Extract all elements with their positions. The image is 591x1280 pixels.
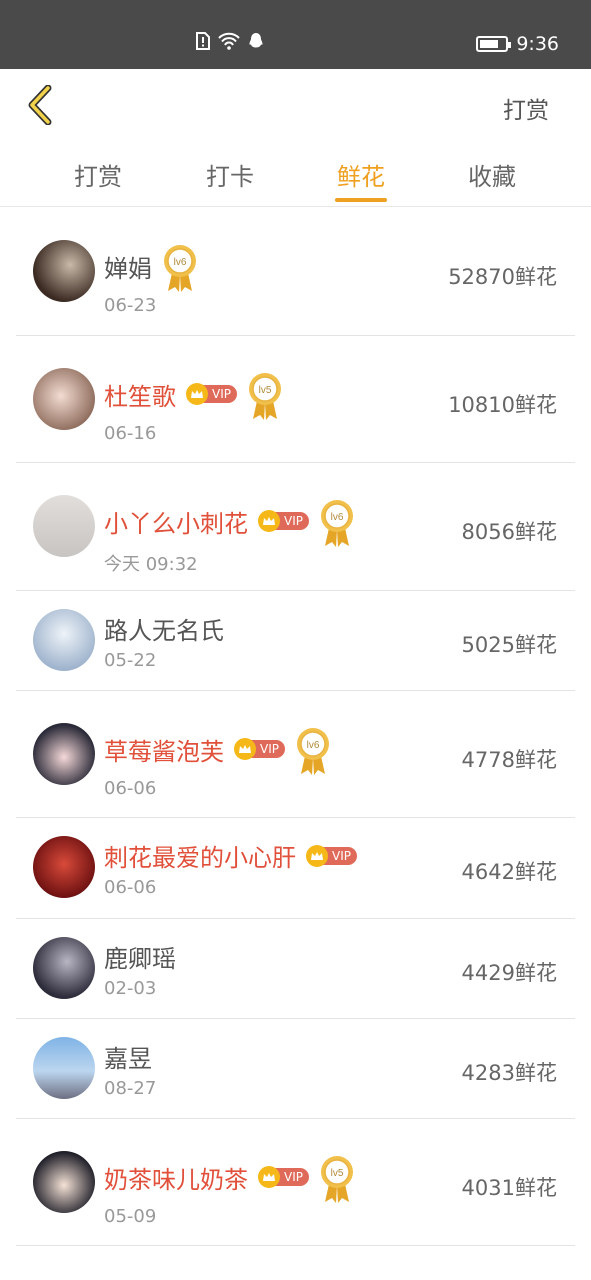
flower-count: 8056鲜花 — [461, 520, 557, 544]
user-name-text: 小丫么小刺花 — [104, 509, 248, 538]
flower-count: 10810鲜花 — [448, 393, 557, 417]
wifi-icon — [218, 32, 240, 50]
svg-text:lv6: lv6 — [174, 257, 187, 268]
user-name[interactable]: 草莓酱泡芙 VIP lv6 — [104, 724, 331, 775]
flower-count: 5025鲜花 — [461, 633, 557, 657]
user-name-text: 草莓酱泡芙 — [104, 737, 224, 766]
user-name[interactable]: 嘉昱 — [104, 1039, 152, 1074]
avatar[interactable] — [33, 368, 95, 430]
level-medal-icon: lv5 — [248, 373, 281, 420]
vip-badge: VIP — [258, 1166, 309, 1188]
svg-text:lv5: lv5 — [331, 1168, 344, 1179]
reward-date: 今天 09:32 — [104, 554, 198, 575]
status-time: 9:36 — [516, 33, 559, 55]
list-item[interactable]: 小丫么小刺花 VIP lv6 今天 09:32 8056鲜花 — [16, 463, 575, 591]
back-chevron-icon[interactable] — [24, 85, 56, 125]
avatar[interactable] — [33, 240, 95, 302]
user-name-text: 奶茶味儿奶茶 — [104, 1165, 248, 1194]
level-medal-icon: lv5 — [320, 1156, 353, 1203]
avatar[interactable] — [33, 1151, 95, 1213]
user-name-text: 鹿卿瑶 — [104, 945, 176, 973]
qq-icon — [249, 33, 263, 48]
status-bar: 9:36 — [0, 0, 591, 69]
reward-date: 02-03 — [104, 978, 157, 999]
battery-icon — [476, 36, 512, 52]
svg-text:lv5: lv5 — [259, 385, 272, 396]
flower-count: 4031鲜花 — [461, 1176, 557, 1200]
reward-date: 05-09 — [104, 1206, 157, 1227]
reward-date: 06-23 — [104, 295, 157, 316]
sim-alert-icon — [196, 32, 210, 50]
user-name[interactable]: 路人无名氏 — [104, 611, 224, 646]
user-name-text: 婵娟 — [104, 254, 152, 283]
avatar[interactable] — [33, 495, 95, 557]
vip-badge: VIP — [234, 738, 285, 760]
tab-checkin[interactable]: 打卡 — [180, 157, 280, 192]
svg-text:lv6: lv6 — [331, 512, 344, 523]
list-item[interactable]: 鹿卿瑶 02-03 4429鲜花 — [16, 919, 575, 1019]
user-name[interactable]: 婵娟 lv6 — [104, 241, 198, 292]
user-name-text: 杜笙歌 — [104, 382, 176, 411]
reward-date: 06-06 — [104, 877, 157, 898]
flower-count: 4642鲜花 — [461, 860, 557, 884]
tab-favorites[interactable]: 收藏 — [442, 157, 542, 192]
tab-flowers[interactable]: 鲜花 — [311, 157, 411, 192]
crown-icon — [258, 510, 280, 532]
avatar[interactable] — [33, 609, 95, 671]
reward-date: 06-06 — [104, 778, 157, 799]
crown-icon — [306, 844, 328, 867]
avatar[interactable] — [33, 1037, 95, 1099]
crown-icon — [234, 738, 256, 760]
list-item[interactable]: 草莓酱泡芙 VIP lv6 06-06 4778鲜花 — [16, 691, 575, 818]
top-nav: 打赏 — [0, 69, 591, 139]
tab-reward[interactable]: 打赏 — [48, 157, 148, 192]
user-name[interactable]: 小丫么小刺花 VIP lv6 — [104, 496, 355, 547]
avatar[interactable] — [33, 723, 95, 785]
list-item[interactable]: 奶茶味儿奶茶 VIP lv5 05-09 4031鲜花 — [16, 1119, 575, 1246]
user-name[interactable]: 刺花最爱的小心肝 VIP — [104, 838, 357, 873]
vip-badge: VIP — [186, 383, 237, 405]
crown-icon — [186, 383, 208, 405]
level-medal-icon: lv6 — [296, 728, 329, 775]
reward-date: 08-27 — [104, 1078, 157, 1099]
user-name-text: 嘉昱 — [104, 1045, 152, 1073]
list-item[interactable]: 路人无名氏 05-22 5025鲜花 — [16, 591, 575, 691]
vip-badge: VIP — [258, 510, 309, 532]
list-item[interactable]: 杜笙歌 VIP lv5 06-16 10810鲜花 — [16, 336, 575, 463]
user-name[interactable]: 鹿卿瑶 — [104, 939, 176, 974]
list-item[interactable]: 婵娟 lv6 06-23 52870鲜花 — [16, 208, 575, 336]
reward-date: 06-16 — [104, 423, 157, 444]
user-name-text: 刺花最爱的小心肝 — [104, 844, 296, 872]
flower-count: 4778鲜花 — [461, 748, 557, 772]
tab-bar: 打赏 打卡 鲜花 收藏 — [0, 139, 591, 207]
crown-icon — [258, 1166, 280, 1188]
reward-action-button[interactable]: 打赏 — [503, 91, 549, 125]
user-name[interactable]: 杜笙歌 VIP lv5 — [104, 369, 283, 420]
tab-active-indicator — [335, 198, 387, 202]
svg-text:lv6: lv6 — [307, 740, 320, 751]
list-item[interactable]: 嘉昱 08-27 4283鲜花 — [16, 1019, 575, 1119]
avatar[interactable] — [33, 937, 95, 999]
flower-ranking-list: 婵娟 lv6 06-23 52870鲜花 杜笙歌 VIP lv5 06-16 1… — [0, 208, 591, 1246]
reward-date: 05-22 — [104, 650, 157, 671]
level-medal-icon: lv6 — [320, 500, 353, 547]
flower-count: 4283鲜花 — [461, 1061, 557, 1085]
user-name[interactable]: 奶茶味儿奶茶 VIP lv5 — [104, 1152, 355, 1203]
avatar[interactable] — [33, 836, 95, 898]
status-icons — [196, 32, 264, 50]
status-right: 9:36 — [476, 33, 559, 55]
level-medal-icon: lv6 — [164, 245, 196, 292]
user-name-text: 路人无名氏 — [104, 617, 224, 645]
list-item[interactable]: 刺花最爱的小心肝 VIP 06-06 4642鲜花 — [16, 818, 575, 919]
flower-count: 52870鲜花 — [448, 265, 557, 289]
flower-count: 4429鲜花 — [461, 961, 557, 985]
vip-badge: VIP — [306, 844, 357, 867]
